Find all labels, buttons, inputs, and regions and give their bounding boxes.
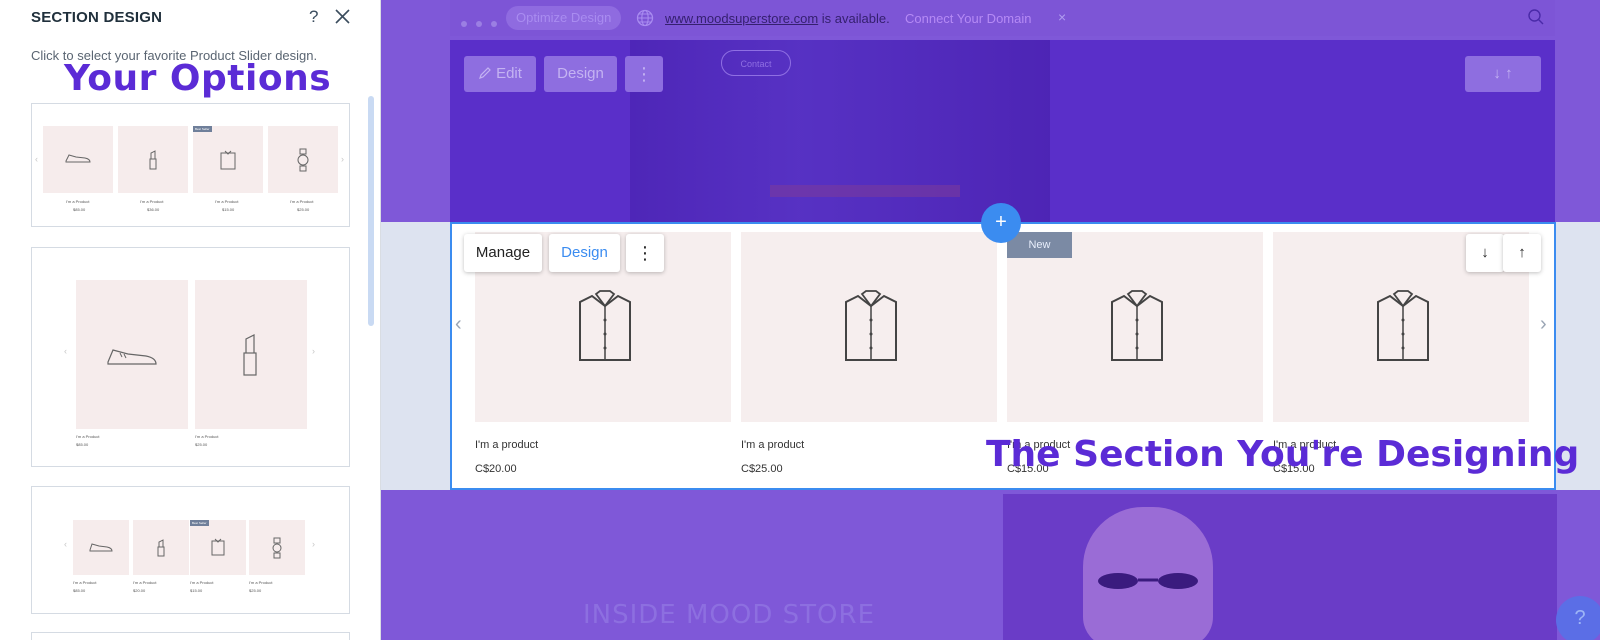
mini-product-price: $25.00 (195, 442, 208, 447)
close-icon[interactable] (334, 8, 351, 25)
watch-icon (272, 537, 282, 559)
lower-section (381, 492, 1600, 640)
panel-scrollbar[interactable] (368, 96, 374, 326)
shoe-icon (107, 349, 157, 365)
design-option-card[interactable]: ‹ › I'm a Product I'm a Product $85.00 $… (31, 247, 350, 467)
shirt-icon (1377, 290, 1429, 361)
mini-product-tile (195, 280, 307, 429)
window-dots (461, 14, 506, 32)
mini-badge: Best Seller (190, 520, 209, 526)
globe-icon (636, 9, 654, 27)
shirt-icon (579, 290, 631, 361)
mini-product-price: $20.00 (133, 588, 146, 593)
edit-button[interactable]: Edit (464, 56, 536, 92)
domain-available-text: is available. (818, 11, 890, 26)
section-design-panel: SECTION DESIGN ? Click to select your fa… (0, 0, 381, 640)
zoom-icon[interactable] (1527, 8, 1545, 26)
shirt-icon (220, 150, 236, 170)
mini-product-tile (118, 126, 188, 193)
slider-next-arrow[interactable]: › (1540, 313, 1547, 336)
optimize-design-button[interactable]: Optimize Design (506, 6, 622, 30)
mini-product-name: I'm a Product (140, 199, 164, 204)
mini-product-price: $36.00 (147, 207, 160, 212)
mini-product-tile (268, 126, 338, 193)
contact-button-faded: Contact (721, 50, 791, 76)
annotation-your-options: Your Options (64, 58, 332, 99)
inside-store-heading: INSIDE MOOD STORE (583, 600, 875, 630)
mini-product-price: $85.00 (76, 442, 89, 447)
connect-domain-link[interactable]: Connect Your Domain (905, 11, 1031, 26)
slider-prev-arrow[interactable]: ‹ (455, 313, 462, 336)
upper-move-arrows[interactable]: ↓ ↑ (1465, 56, 1541, 92)
editor-canvas: Optimize Design www.moodsuperstore.com i… (381, 0, 1600, 640)
domain-availability: www.moodsuperstore.com is available. (665, 11, 890, 26)
mini-prev-arrow: ‹ (35, 154, 38, 164)
lipstick-icon (243, 334, 257, 376)
product-name[interactable]: I'm a product (475, 439, 538, 451)
shoe-icon (89, 543, 113, 552)
design-option-card[interactable]: ‹ › Best Seller I'm a Product I'm a Prod… (31, 103, 350, 227)
mini-product-tile: Best Seller (193, 126, 263, 193)
product-name[interactable]: I'm a product (741, 439, 804, 451)
mini-product-price: $85.00 (73, 588, 86, 593)
annotation-section-designing: The Section You're Designing (986, 434, 1580, 475)
domain-link[interactable]: www.moodsuperstore.com (665, 11, 818, 26)
move-up-icon[interactable]: ↑ (1503, 234, 1541, 272)
help-icon[interactable]: ? (1556, 596, 1600, 640)
mini-product-price: $25.00 (249, 588, 262, 593)
mini-product-price: $15.00 (190, 588, 203, 593)
mini-product-name: I'm a Product (290, 199, 314, 204)
mini-next-arrow: › (312, 539, 315, 549)
product-price: C$25.00 (741, 463, 783, 475)
lipstick-icon (149, 150, 157, 170)
mini-product-name: I'm a Product (133, 580, 157, 585)
design-option-card[interactable]: ‹ › Best Seller I'm a Product I'm a Prod… (31, 486, 350, 614)
help-icon[interactable]: ? (309, 7, 318, 27)
pencil-icon (479, 67, 491, 79)
design-option-card[interactable] (31, 632, 350, 640)
shirt-icon (845, 290, 897, 361)
mini-product-tile (73, 520, 129, 575)
manage-button[interactable]: Manage (464, 234, 542, 272)
shirt-icon (211, 538, 225, 556)
mini-product-tile (43, 126, 113, 193)
product-price: C$20.00 (475, 463, 517, 475)
mini-product-tile (249, 520, 305, 575)
mini-product-price: $25.00 (297, 207, 310, 212)
mini-prev-arrow: ‹ (64, 539, 67, 549)
more-icon[interactable]: ⋮ (626, 234, 664, 272)
mini-product-tile: Best Seller (190, 520, 246, 575)
lipstick-icon (157, 539, 165, 557)
watch-icon (297, 148, 309, 172)
mini-badge: Best Seller (193, 126, 212, 132)
move-down-icon[interactable]: ↓ (1466, 234, 1504, 272)
close-icon[interactable]: × (1058, 9, 1066, 25)
edit-button-label: Edit (496, 65, 522, 82)
panel-title: SECTION DESIGN (31, 9, 163, 26)
more-icon[interactable]: ⋮ (625, 56, 663, 92)
mini-product-tile (133, 520, 189, 575)
shirt-icon (1111, 290, 1163, 361)
design-button[interactable]: Design (549, 234, 620, 272)
mini-product-tile (76, 280, 188, 429)
mini-product-name: I'm a Product (190, 580, 214, 585)
mini-product-name: I'm a Product (76, 434, 100, 439)
mini-product-name: I'm a Product (66, 199, 90, 204)
mini-product-price: $85.00 (73, 207, 86, 212)
shoe-icon (65, 154, 91, 163)
mini-product-name: I'm a Product (215, 199, 239, 204)
mini-product-name: I'm a Product (73, 580, 97, 585)
mini-next-arrow: › (312, 346, 315, 356)
mini-next-arrow: › (341, 154, 344, 164)
mini-prev-arrow: ‹ (64, 346, 67, 356)
sunglasses-icon (1098, 573, 1198, 589)
add-section-button[interactable]: + (981, 203, 1021, 243)
mini-product-name: I'm a Product (195, 434, 219, 439)
new-badge: New (1007, 232, 1072, 258)
mini-product-price: $15.00 (222, 207, 235, 212)
mini-product-name: I'm a Product (249, 580, 273, 585)
upper-design-button[interactable]: Design (544, 56, 617, 92)
